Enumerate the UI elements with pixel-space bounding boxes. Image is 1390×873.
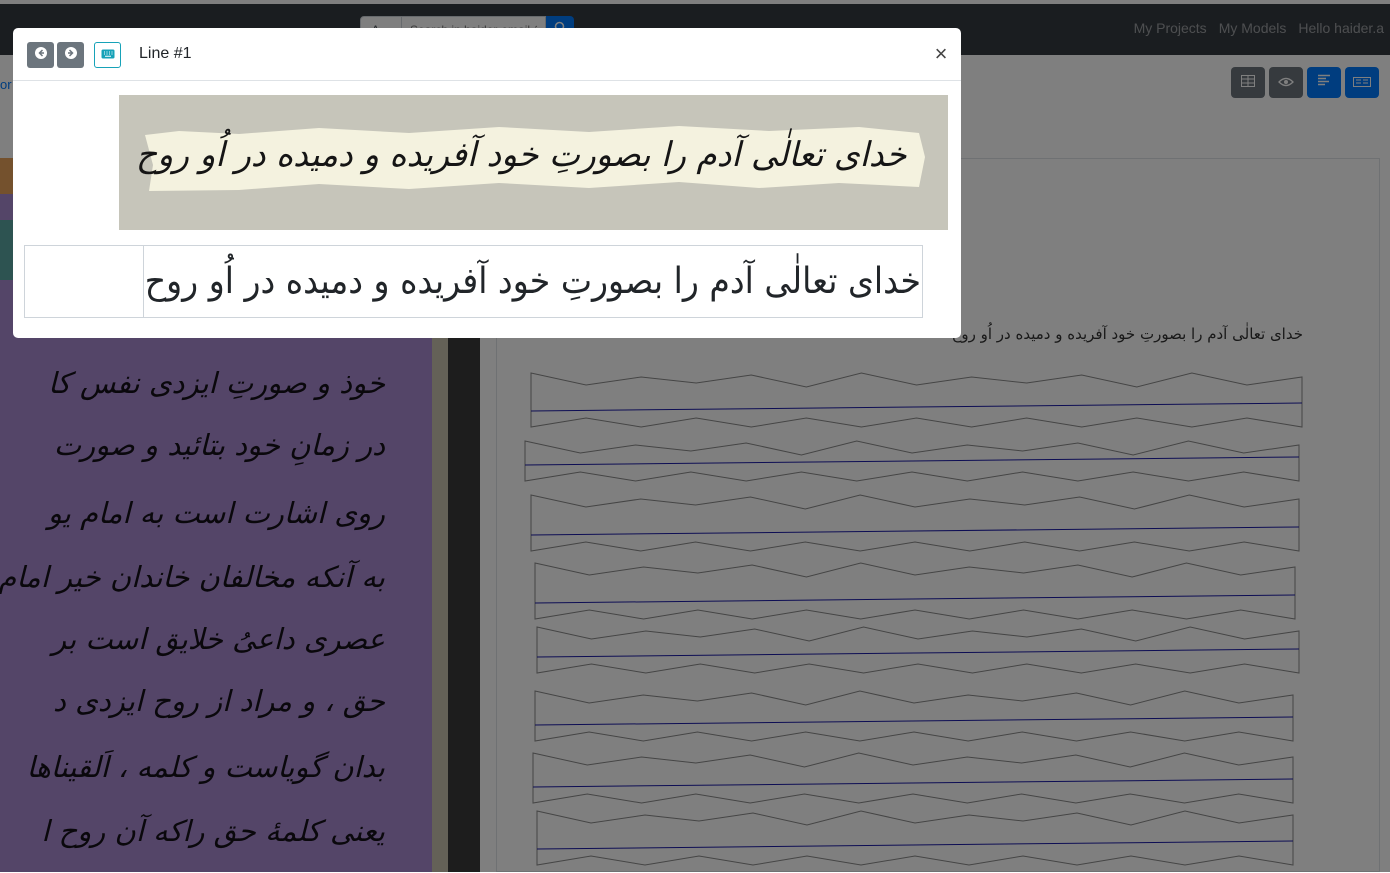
previous-line-button[interactable] [27, 42, 54, 68]
keyboard-icon [101, 46, 115, 64]
next-line-button[interactable] [57, 42, 84, 68]
line-image-handwriting: خدای تعالٰی آدم را بصورتِ خود آفریده و د… [136, 135, 907, 175]
line-image-crop: خدای تعالٰی آدم را بصورتِ خود آفریده و د… [119, 95, 948, 230]
modal-title: Line #1 [139, 45, 192, 62]
modal-header: Line #1 × [13, 28, 961, 81]
transcription-divider [143, 246, 144, 317]
transcription-input[interactable]: خدای تعالٰی آدم را بصورتِ خود آفریده و د… [145, 246, 922, 317]
virtual-keyboard-button[interactable] [94, 42, 121, 68]
transcription-editor[interactable]: خدای تعالٰی آدم را بصورتِ خود آفریده و د… [24, 245, 923, 318]
arrow-left-circle-icon [34, 46, 48, 65]
line-editor-modal: Line #1 × خدای تعالٰی آدم را بصورتِ خود … [13, 28, 961, 338]
close-button[interactable]: × [931, 42, 951, 66]
arrow-right-circle-icon [64, 46, 78, 65]
